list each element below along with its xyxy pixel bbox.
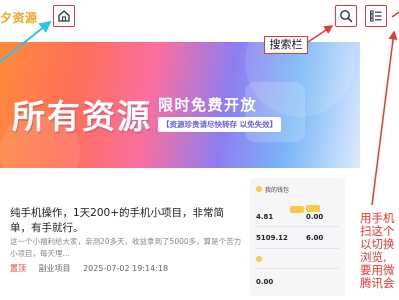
balance-badge [290, 206, 304, 213]
menu-button[interactable] [365, 5, 387, 27]
site-logo[interactable]: 夕资源 [0, 9, 38, 26]
wallet-title: 我的钱包 [265, 187, 290, 194]
widget-divider [256, 248, 339, 249]
banner-title: 所有资源 [12, 97, 152, 136]
widget-divider [256, 226, 339, 227]
points-badge [306, 205, 320, 212]
points-value: 0.00 [306, 213, 324, 221]
promo-banner[interactable]: 所有资源 限时免费开放 【资源珍贵请尽快转存 以免失效】 [0, 42, 360, 168]
home-button[interactable] [53, 5, 75, 27]
site-header: 夕资源 [0, 0, 399, 34]
article-excerpt: 这一个小福利给大家，亲测20多天，收益拿到了5000多，算是个苦力小项目，每天埋… [10, 237, 242, 258]
logo-text: 夕资源 [0, 11, 38, 25]
search-button[interactable] [335, 5, 357, 27]
home-icon [58, 10, 70, 22]
balance-value: 4.81 [256, 213, 274, 221]
article-meta: 置顶 副业项目 2025-07-02 19:14:18 [10, 263, 168, 274]
widget-divider [256, 268, 339, 269]
search-icon [340, 10, 353, 23]
search-annotation-label: 搜索栏 [264, 36, 308, 54]
wallet-icon [256, 186, 262, 192]
article-title[interactable]: 纯手机操作，1天200+的手机小项目，非常简单，有手就行。 [10, 206, 242, 236]
banner-subtitle: 【资源珍贵请尽快转存 以免失效】 [158, 117, 282, 132]
side-annotation-note: 用手机 扫这个 以切换 浏览, 要用微 腾讯会 [360, 212, 395, 290]
banner-tagline: 限时免费开放 [158, 96, 258, 114]
article-card[interactable]: 纯手机操作，1天200+的手机小项目，非常简单，有手就行。 这一个小福利给大家，… [0, 176, 245, 300]
article-subcategory[interactable]: 副业项目 [39, 264, 71, 273]
bottom-value: 0.00 [256, 278, 274, 286]
wallet-widget: 我的钱包 4.81 0.00 5109.12 6.00 0.00 [250, 178, 345, 296]
list-menu-icon [370, 10, 382, 22]
article-date: 2025-07-02 19:14:18 [83, 264, 169, 273]
coins-value: 6.00 [306, 234, 324, 242]
widget-row-icon [256, 256, 262, 262]
article-category[interactable]: 置顶 [10, 264, 26, 273]
total-value: 5109.12 [256, 234, 288, 242]
